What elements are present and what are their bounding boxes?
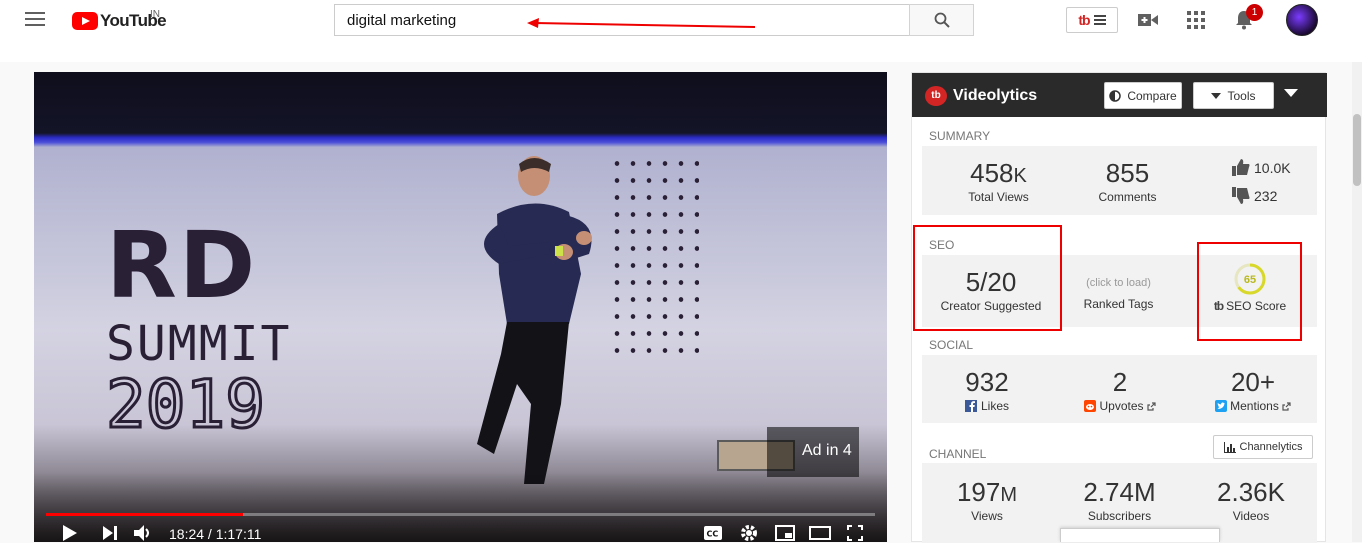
channel-views-stat: 197M Views — [932, 479, 1042, 523]
stage-subtitle: SUMMIT — [106, 316, 292, 372]
channel-subscribers-value: 2.74M — [1083, 477, 1156, 507]
channel-subscribers-label: Subscribers — [1087, 509, 1152, 523]
summary-label: SUMMARY — [929, 129, 991, 143]
play-icon[interactable] — [62, 524, 78, 542]
theater-icon[interactable] — [809, 524, 831, 542]
page-scrollbar[interactable] — [1352, 62, 1362, 542]
facebook-likes-value: 932 — [965, 367, 1009, 397]
create-video-icon[interactable] — [1137, 10, 1159, 30]
facebook-likes-label: Likes — [980, 399, 1009, 413]
progress-bar[interactable] — [46, 513, 875, 516]
facebook-likes-stat: 932 Likes — [932, 369, 1042, 413]
thumbs-down-icon — [1232, 187, 1250, 204]
likes-value: 10.0K — [1254, 159, 1291, 176]
total-views-stat: 458K Total Views — [941, 160, 1056, 204]
apps-grid-icon[interactable] — [1185, 10, 1207, 30]
contrast-icon — [1109, 89, 1122, 102]
channel-views-value: 197 — [956, 477, 1001, 507]
ad-countdown-text: Ad in 4 — [802, 442, 852, 459]
player-controls: 18:24 / 1:17:11 CC — [34, 522, 887, 542]
stage-title: RD — [106, 212, 258, 319]
dislikes-stat: 232 — [1232, 187, 1277, 204]
tubebuddy-icon: tb — [1078, 12, 1090, 28]
channel-subscribers-stat: 2.74M Subscribers — [1062, 479, 1177, 523]
scrollbar-thumb[interactable] — [1353, 114, 1361, 186]
bar-chart-icon — [1223, 441, 1236, 453]
search-button[interactable] — [909, 4, 974, 36]
compare-button[interactable]: Compare — [1104, 82, 1182, 109]
thumbs-up-icon — [1232, 159, 1250, 176]
total-views-value: 458 — [970, 158, 1014, 188]
videolytics-header: tb Videolytics Compare Tools — [912, 73, 1327, 117]
channel-videos-stat: 2.36K Videos — [1196, 479, 1306, 523]
caret-down-icon — [1211, 92, 1222, 99]
volume-icon[interactable] — [134, 524, 152, 542]
external-link-icon — [1282, 401, 1291, 411]
comments-stat: 855 Comments — [1070, 160, 1185, 204]
tubebuddy-icon: tb — [925, 86, 947, 106]
country-code: IN — [150, 9, 160, 20]
videolytics-title: Videolytics — [953, 87, 1038, 104]
twitter-icon — [1215, 400, 1228, 412]
annotation-box-creator-suggested — [913, 225, 1062, 331]
comments-value: 855 — [1105, 158, 1150, 188]
channel-views-label: Views — [971, 509, 1003, 523]
collapse-caret-icon[interactable] — [1284, 89, 1298, 97]
external-link-icon — [1146, 401, 1156, 411]
menu-lines-icon — [1093, 13, 1106, 27]
summary-card: 458K Total Views 855 Comments 10.0K 232 — [922, 146, 1317, 215]
avatar[interactable] — [1286, 4, 1318, 36]
twitter-mentions-label: Mentions — [1230, 399, 1279, 413]
ranked-tags-hint: (click to load) — [1086, 277, 1151, 289]
fullscreen-icon[interactable] — [846, 524, 864, 542]
channel-videos-value: 2.36K — [1217, 477, 1285, 507]
social-label: SOCIAL — [929, 338, 974, 352]
reddit-upvotes-stat[interactable]: 2 Upvotes — [1065, 369, 1175, 413]
comments-label: Comments — [1098, 190, 1157, 204]
video-player[interactable]: RD SUMMIT 2019 Ad in 4 18:24 / 1:17:11 C… — [34, 72, 887, 542]
total-views-label: Total Views — [968, 190, 1029, 204]
reddit-icon — [1084, 400, 1097, 412]
progress-fill — [46, 513, 244, 516]
tools-button[interactable]: Tools — [1193, 82, 1274, 109]
compare-label: Compare — [1127, 88, 1177, 103]
social-card: 932 Likes 2 Upvotes 20+ Mentions — [922, 355, 1317, 423]
annotation-box-seo-score — [1197, 242, 1302, 341]
channel-views-unit: M — [1000, 484, 1018, 506]
ranked-tags-label: Ranked Tags — [1083, 297, 1154, 311]
time-display: 18:24 / 1:17:11 — [169, 526, 262, 542]
twitter-mentions-value: 20+ — [1230, 367, 1276, 397]
channel-label: CHANNEL — [929, 447, 987, 461]
channel-videos-label: Videos — [1232, 509, 1270, 523]
facebook-icon — [964, 400, 977, 412]
menu-icon[interactable] — [25, 12, 45, 28]
cc-icon[interactable]: CC — [703, 524, 723, 542]
miniplayer-icon[interactable] — [774, 524, 796, 542]
reddit-upvotes-value: 2 — [1112, 367, 1128, 397]
tubebuddy-menu-button[interactable]: tb — [1066, 7, 1118, 33]
youtube-header: YouTube IN digital marketing tb 1 — [0, 0, 1362, 62]
popup-edge — [1060, 528, 1220, 542]
settings-icon[interactable] — [739, 524, 759, 542]
youtube-play-icon — [72, 12, 98, 30]
search-icon — [934, 12, 950, 28]
reddit-upvotes-label: Upvotes — [1099, 399, 1144, 413]
total-views-unit: K — [1013, 165, 1027, 187]
svg-text:CC: CC — [707, 530, 719, 539]
tools-label: Tools — [1227, 88, 1256, 103]
likes-stat: 10.0K — [1232, 159, 1291, 176]
speaker-figure — [477, 156, 592, 484]
channelytics-label: Channelytics — [1239, 441, 1303, 453]
twitter-mentions-stat[interactable]: 20+ Mentions — [1198, 369, 1308, 413]
annotation-arrow — [527, 18, 756, 28]
ranked-tags-stat[interactable]: (click to load) Ranked Tags — [1066, 277, 1171, 311]
stage-year: 2019 — [105, 366, 267, 443]
next-icon[interactable] — [102, 524, 118, 542]
notification-badge: 1 — [1246, 4, 1263, 21]
channelytics-button[interactable]: Channelytics — [1213, 435, 1313, 459]
dislikes-value: 232 — [1254, 187, 1278, 204]
